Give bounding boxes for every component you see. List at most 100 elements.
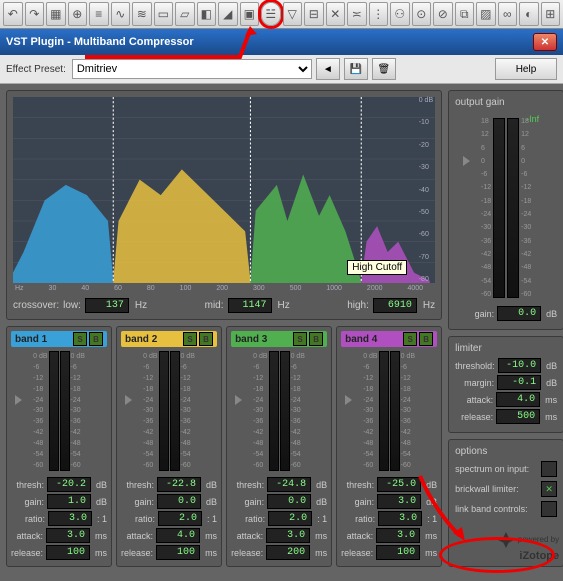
xover-mid-input[interactable]: 1147 [228, 298, 272, 313]
band-gain-input[interactable]: 3.0 [377, 494, 421, 509]
tool-icon[interactable]: ◢ [218, 2, 238, 26]
band-gain-input[interactable]: 0.0 [157, 494, 201, 509]
close-button[interactable]: ✕ [533, 33, 557, 51]
band-slider-handle[interactable] [345, 395, 352, 405]
band-release-input[interactable]: 200 [266, 545, 310, 560]
output-gain-panel: output gain -Inf 181260-6-12-18-24-30-36… [448, 90, 563, 330]
band-solo-button[interactable]: S [73, 332, 87, 346]
tool-icon[interactable]: ▣ [240, 2, 260, 26]
limiter-panel: limiter threshold:-10.0dB margin:-0.1dB … [448, 336, 563, 433]
tool-icon[interactable]: ≡ [89, 2, 109, 26]
band-solo-button[interactable]: S [293, 332, 307, 346]
band-meter: 0 dB-6-12-18-24-30-36-42-48-54-600 dB-6-… [341, 347, 437, 475]
spectrum-display[interactable]: High Cutoff 0 dB-10-20-30-40-50-60-70-80 [13, 97, 435, 283]
tool-icon[interactable]: ⚇ [390, 2, 410, 26]
tool-multiband-icon[interactable]: ☱ [261, 2, 281, 26]
preset-prev-button[interactable]: ◄ [316, 58, 340, 80]
preset-delete-button[interactable]: 🗑 [372, 58, 396, 80]
band-attack-input[interactable]: 3.0 [266, 528, 310, 543]
band-header[interactable]: band 1SB [11, 331, 107, 347]
tool-icon[interactable]: ⊘ [433, 2, 453, 26]
tool-icon[interactable]: ▦ [46, 2, 66, 26]
xover-high-input[interactable]: 6910 [373, 298, 417, 313]
options-title: options [455, 446, 557, 457]
tool-icon[interactable]: ∞ [498, 2, 518, 26]
band-gain-input[interactable]: 0.0 [267, 494, 311, 509]
band-ratio-input[interactable]: 3.0 [48, 511, 92, 526]
band-header[interactable]: band 4 SB [341, 331, 437, 347]
limiter-attack-input[interactable]: 4.0 [496, 392, 540, 407]
band-bypass-button[interactable]: B [309, 332, 323, 346]
band-ratio-input[interactable]: 2.0 [268, 511, 312, 526]
band-name: band 2 [125, 334, 157, 345]
tool-icon[interactable]: ◐ [519, 2, 539, 26]
band-slider-handle[interactable] [235, 395, 242, 405]
output-inf: -Inf [526, 114, 539, 124]
izotope-logo: powered byiZotope [496, 530, 560, 562]
tool-icon[interactable]: ▽ [283, 2, 303, 26]
xover-low-label: low: [63, 300, 81, 311]
output-title: output gain [455, 97, 557, 108]
band-slider-handle[interactable] [125, 395, 132, 405]
xover-mid-label: mid: [205, 300, 224, 311]
limiter-release-input[interactable]: 500 [496, 409, 540, 424]
tool-icon[interactable]: ⧉ [455, 2, 475, 26]
band-bypass-button[interactable]: B [89, 332, 103, 346]
band-attack-input[interactable]: 3.0 [376, 528, 420, 543]
band-ratio-input[interactable]: 2.0 [158, 511, 202, 526]
spectrum-tooltip: High Cutoff [347, 260, 407, 275]
band-release-input[interactable]: 100 [46, 545, 90, 560]
output-slider-handle[interactable] [463, 156, 470, 166]
opt-brickwall-label: brickwall limiter: [455, 484, 519, 494]
tool-icon[interactable]: ≍ [347, 2, 367, 26]
opt-link-checkbox[interactable] [541, 501, 557, 517]
help-button[interactable]: Help [495, 58, 557, 80]
band-attack-input[interactable]: 4.0 [156, 528, 200, 543]
band-ratio-input[interactable]: 3.0 [378, 511, 422, 526]
band-bypass-button[interactable]: B [419, 332, 433, 346]
tool-undo-icon[interactable]: ↶ [3, 2, 23, 26]
opt-spectrum-checkbox[interactable] [541, 461, 557, 477]
band-attack-input[interactable]: 3.0 [46, 528, 90, 543]
band-release-input[interactable]: 100 [376, 545, 420, 560]
xover-low-input[interactable]: 137 [85, 298, 129, 313]
band-name: band 4 [345, 334, 377, 345]
opt-brickwall-checkbox[interactable]: ✕ [541, 481, 557, 497]
output-gain-input[interactable]: 0.0 [497, 306, 541, 321]
limiter-threshold-input[interactable]: -10.0 [498, 358, 541, 373]
band-gain-input[interactable]: 1.0 [47, 494, 91, 509]
tool-redo-icon[interactable]: ↷ [25, 2, 45, 26]
band-meter: 0 dB-6-12-18-24-30-36-42-48-54-600 dB-6-… [121, 347, 217, 475]
output-gain-label: gain: [475, 309, 495, 319]
tool-icon[interactable]: ≋ [132, 2, 152, 26]
spectrum-x-scale: Hz30406080100200300500100020004000 [13, 283, 435, 292]
band-header[interactable]: band 2 SB [121, 331, 217, 347]
tool-icon[interactable]: ⊟ [304, 2, 324, 26]
band-bypass-button[interactable]: B [199, 332, 213, 346]
band-slider-handle[interactable] [15, 395, 22, 405]
preset-select[interactable]: Dmitriev [72, 59, 312, 79]
tool-icon[interactable]: ⊕ [68, 2, 88, 26]
tool-icon[interactable]: ∿ [111, 2, 131, 26]
band-release-input[interactable]: 100 [156, 545, 200, 560]
tool-icon[interactable]: ⊙ [412, 2, 432, 26]
band-solo-button[interactable]: S [183, 332, 197, 346]
tool-icon[interactable]: ⊞ [541, 2, 561, 26]
band-thresh-input[interactable]: -20.2 [47, 477, 91, 492]
tool-icon[interactable]: ▨ [476, 2, 496, 26]
tool-icon[interactable]: ⋮ [369, 2, 389, 26]
tool-icon[interactable]: ✕ [326, 2, 346, 26]
preset-save-button[interactable]: 💾 [344, 58, 368, 80]
window-titlebar[interactable]: VST Plugin - Multiband Compressor ✕ [0, 29, 563, 55]
limiter-margin-input[interactable]: -0.1 [497, 375, 541, 390]
band-solo-button[interactable]: S [403, 332, 417, 346]
output-meter: -Inf 181260-6-12-18-24-30-36-42-48-54-60… [455, 112, 557, 304]
tool-icon[interactable]: ▱ [175, 2, 195, 26]
band-thresh-input[interactable]: -22.8 [157, 477, 201, 492]
tool-icon[interactable]: ▭ [154, 2, 174, 26]
tool-icon[interactable]: ◧ [197, 2, 217, 26]
band-thresh-input[interactable]: -24.8 [267, 477, 311, 492]
band-thresh-input[interactable]: -25.0 [377, 477, 421, 492]
crossover-row: crossover: low: 137Hz mid: 1147Hz high: … [13, 298, 435, 313]
band-header[interactable]: band 3SB [231, 331, 327, 347]
